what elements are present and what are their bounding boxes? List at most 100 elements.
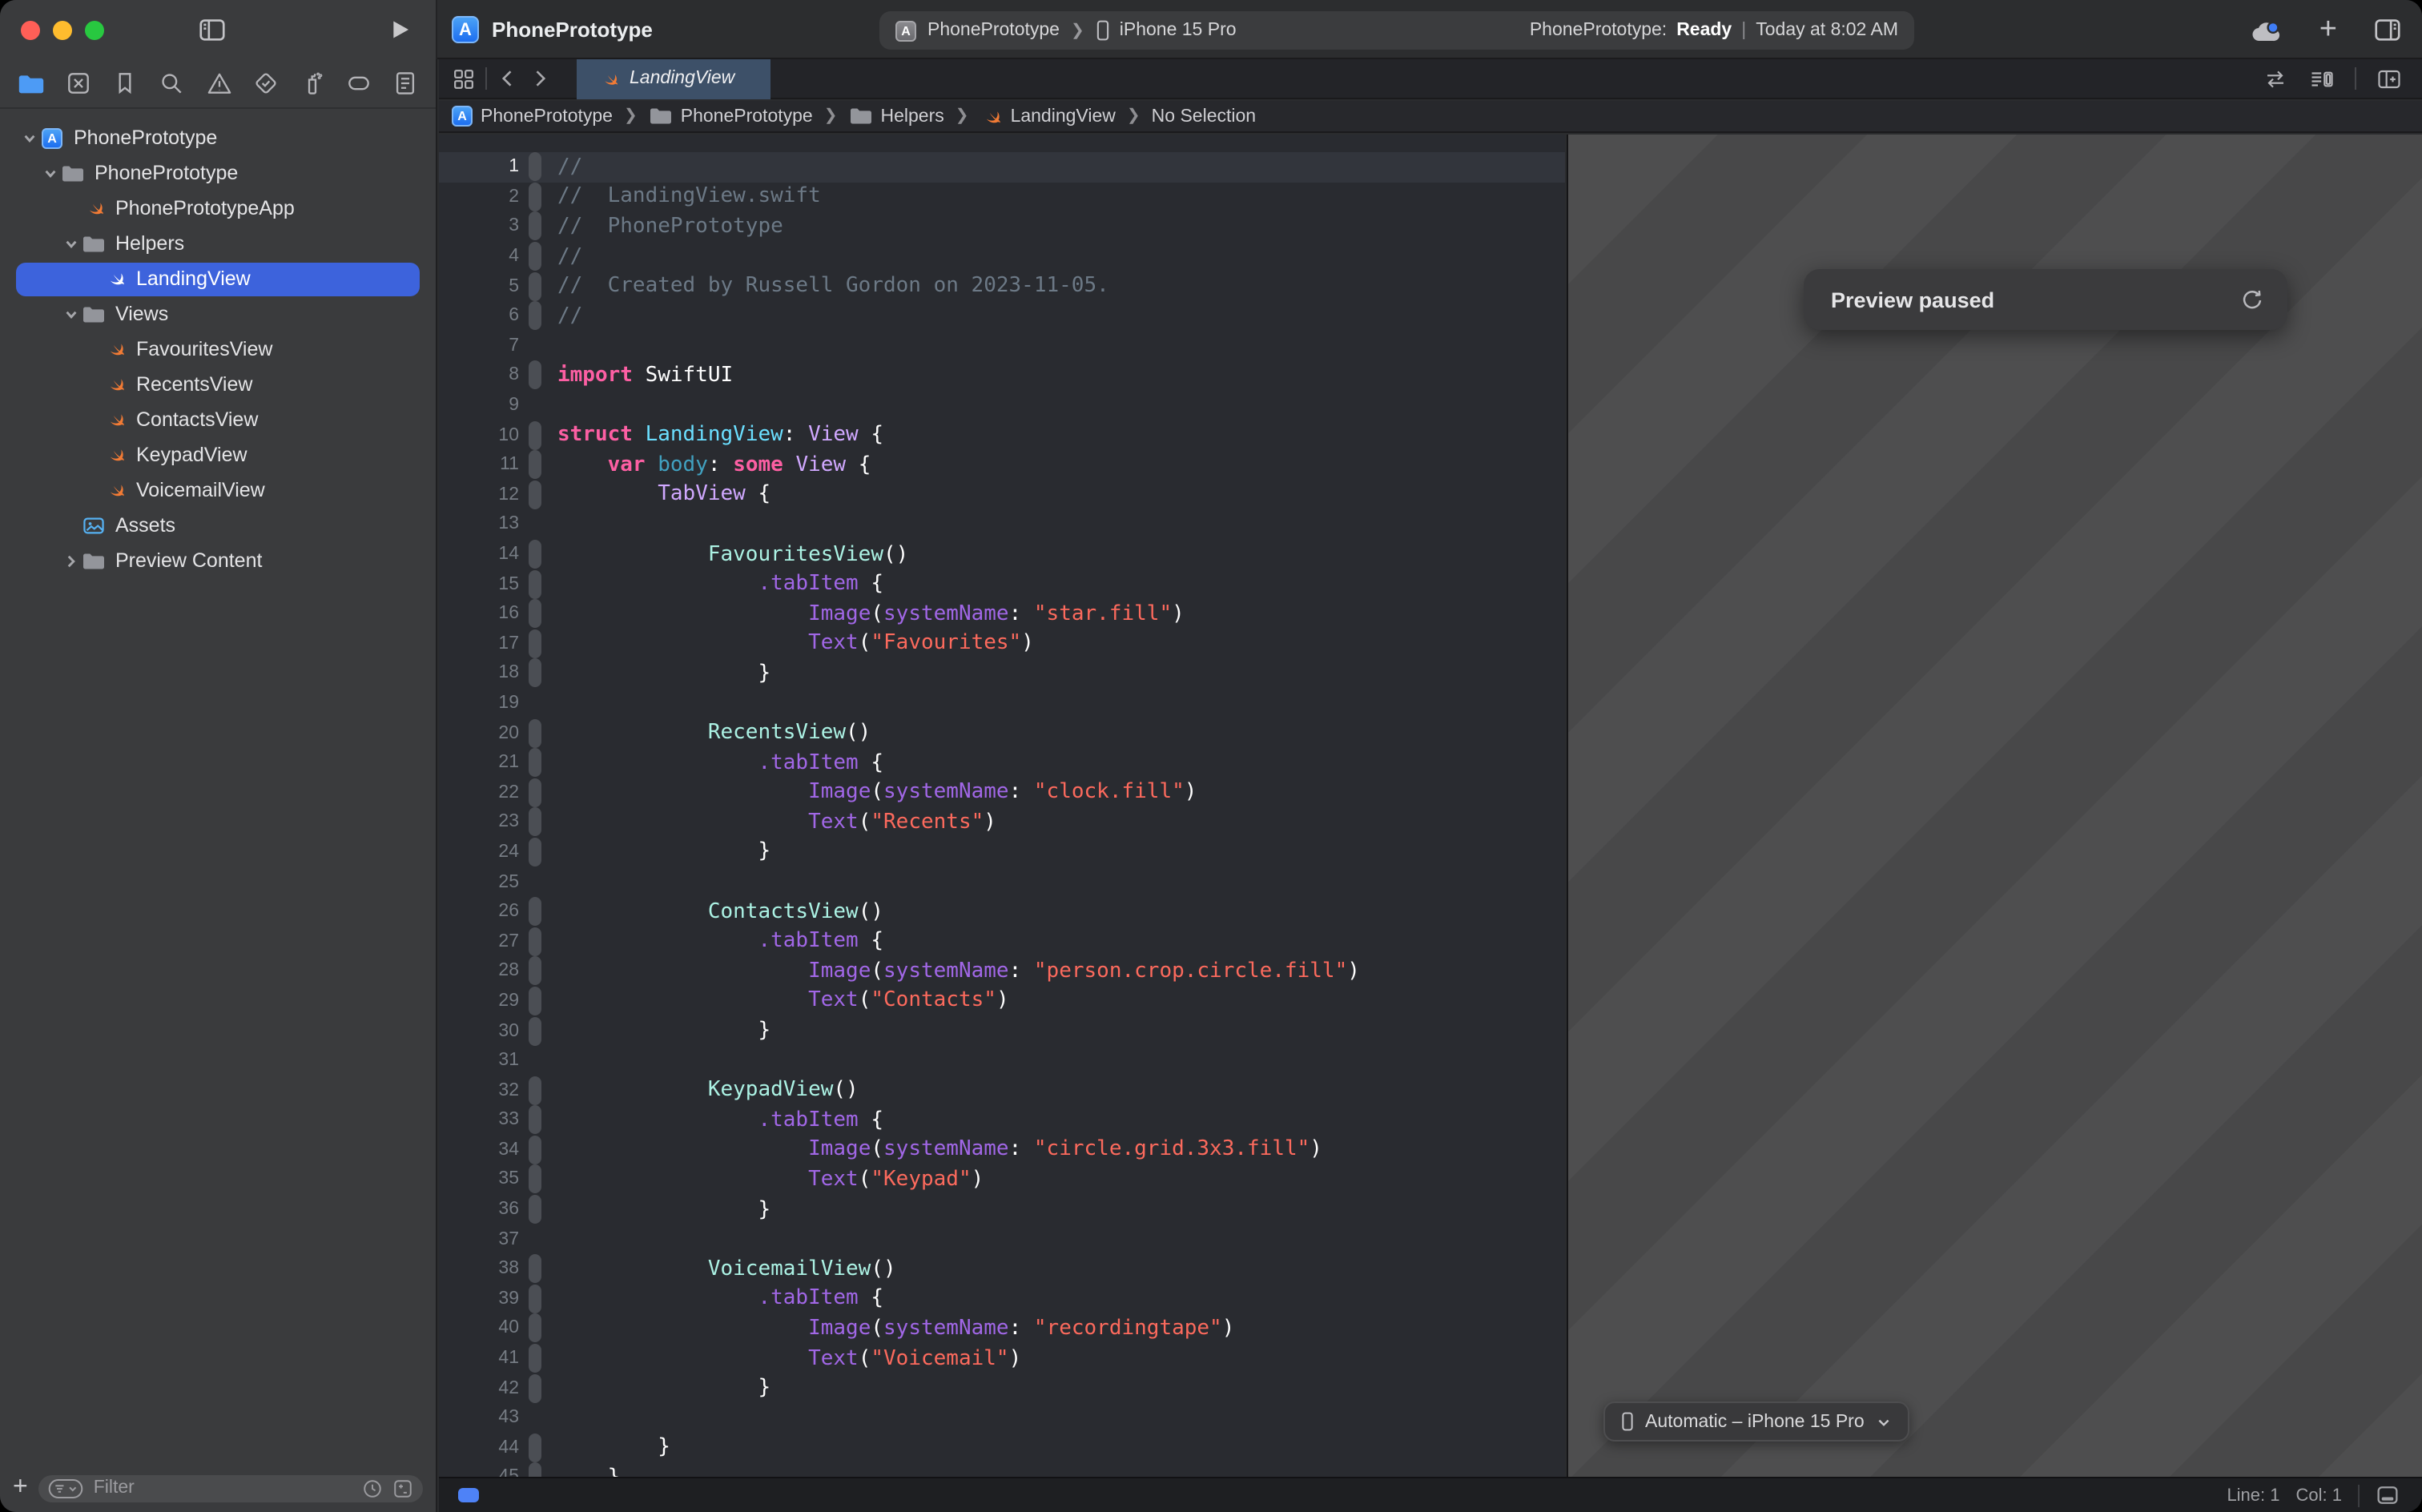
code-line-14[interactable]: 14 FavouritesView()	[439, 539, 1565, 569]
minimize-window-button[interactable]	[53, 20, 72, 39]
split-editor-icon[interactable]	[2376, 66, 2403, 90]
breadcrumb-item-no-selection[interactable]: No Selection	[1152, 107, 1256, 126]
sidebar-item-phoneprototype[interactable]: PhonePrototype	[0, 155, 436, 191]
disclosure-chevron-icon[interactable]	[22, 131, 36, 145]
tests-navigator-icon[interactable]	[251, 69, 280, 98]
breadcrumb-item-landingview[interactable]: LandingView	[980, 105, 1116, 127]
sidebar-item-keypadview[interactable]: KeypadView	[0, 437, 436, 472]
code-line-34[interactable]: 34 Image(systemName: "circle.grid.3x3.fi…	[439, 1135, 1565, 1164]
recent-files-clock-icon[interactable]	[362, 1478, 383, 1498]
code-line-35[interactable]: 35 Text("Keypad")	[439, 1164, 1565, 1194]
code-line-44[interactable]: 44 }	[439, 1433, 1565, 1462]
source-editor[interactable]: 1//2// LandingView.swift3// PhonePrototy…	[439, 135, 1565, 1477]
disclosure-chevron-icon[interactable]	[63, 553, 78, 568]
code-line-29[interactable]: 29 Text("Contacts")	[439, 986, 1565, 1015]
sidebar-item-phoneprototypeapp[interactable]: PhonePrototypeApp	[0, 191, 436, 226]
resume-preview-icon[interactable]	[2239, 287, 2265, 312]
sidebar-item-contactsview[interactable]: ContactsView	[0, 402, 436, 437]
sidebar-item-phoneprototype[interactable]: APhonePrototype	[0, 120, 436, 155]
code-line-45[interactable]: 45 }	[439, 1462, 1565, 1477]
breadcrumb-item-helpers[interactable]: Helpers	[849, 106, 944, 127]
code-line-21[interactable]: 21 .tabItem {	[439, 748, 1565, 778]
code-line-6[interactable]: 6//	[439, 301, 1565, 331]
run-destination-button[interactable]: iPhone 15 Pro	[1120, 21, 1237, 40]
code-line-22[interactable]: 22 Image(systemName: "clock.fill")	[439, 778, 1565, 807]
code-line-31[interactable]: 31	[439, 1046, 1565, 1076]
code-line-25[interactable]: 25	[439, 867, 1565, 897]
code-line-23[interactable]: 23 Text("Recents")	[439, 807, 1565, 837]
debug-navigator-icon[interactable]	[298, 69, 327, 98]
code-line-41[interactable]: 41 Text("Voicemail")	[439, 1344, 1565, 1373]
code-line-37[interactable]: 37	[439, 1224, 1565, 1254]
source-control-navigator-icon[interactable]	[64, 69, 93, 98]
code-line-28[interactable]: 28 Image(systemName: "person.crop.circle…	[439, 956, 1565, 986]
sidebar-item-recentsview[interactable]: RecentsView	[0, 367, 436, 402]
code-line-4[interactable]: 4//	[439, 242, 1565, 271]
zoom-window-button[interactable]	[85, 20, 104, 39]
code-line-26[interactable]: 26 ContactsView()	[439, 897, 1565, 927]
editor-layout-icon[interactable]	[2376, 1485, 2400, 1506]
disclosure-chevron-icon[interactable]	[42, 166, 57, 180]
scm-status-filter-icon[interactable]	[392, 1478, 413, 1498]
code-line-42[interactable]: 42 }	[439, 1373, 1565, 1403]
sidebar-item-assets[interactable]: Assets	[0, 508, 436, 543]
breakpoint-toggle-icon[interactable]	[458, 1488, 479, 1502]
code-line-13[interactable]: 13	[439, 509, 1565, 539]
code-line-3[interactable]: 3// PhonePrototype	[439, 211, 1565, 241]
sidebar-item-preview-content[interactable]: Preview Content	[0, 543, 436, 578]
code-line-20[interactable]: 20 RecentsView()	[439, 718, 1565, 748]
code-line-2[interactable]: 2// LandingView.swift	[439, 182, 1565, 211]
code-line-1[interactable]: 1//	[439, 152, 1565, 182]
code-line-27[interactable]: 27 .tabItem {	[439, 927, 1565, 956]
code-line-9[interactable]: 9	[439, 391, 1565, 420]
sidebar-item-voicemailview[interactable]: VoicemailView	[0, 472, 436, 508]
editor-grid-view-icon[interactable]	[452, 66, 476, 90]
code-line-16[interactable]: 16 Image(systemName: "star.fill")	[439, 599, 1565, 629]
code-line-38[interactable]: 38 VoicemailView()	[439, 1254, 1565, 1284]
code-review-icon[interactable]	[2262, 66, 2289, 90]
forward-button[interactable]	[529, 67, 551, 90]
sidebar-item-helpers[interactable]: Helpers	[0, 226, 436, 261]
code-line-43[interactable]: 43	[439, 1403, 1565, 1433]
disclosure-chevron-icon[interactable]	[63, 307, 78, 321]
code-line-32[interactable]: 32 KeypadView()	[439, 1076, 1565, 1105]
breadcrumb-item-phoneprototype[interactable]: APhonePrototype	[452, 106, 613, 127]
code-line-24[interactable]: 24 }	[439, 837, 1565, 867]
issues-navigator-icon[interactable]	[204, 69, 233, 98]
add-file-button[interactable]: +	[13, 1474, 28, 1502]
code-line-40[interactable]: 40 Image(systemName: "recordingtape")	[439, 1313, 1565, 1343]
tab-landingview[interactable]: LandingView	[577, 58, 770, 99]
inspector-toggle-icon[interactable]	[2372, 14, 2403, 45]
disclosure-chevron-icon[interactable]	[63, 236, 78, 251]
sidebar-item-landingview[interactable]: LandingView	[0, 261, 436, 296]
code-line-36[interactable]: 36 }	[439, 1195, 1565, 1224]
code-line-10[interactable]: 10struct LandingView: View {	[439, 420, 1565, 450]
code-line-39[interactable]: 39 .tabItem {	[439, 1284, 1565, 1313]
cloud-activity-icon[interactable]	[2249, 17, 2284, 42]
add-button[interactable]: +	[2319, 14, 2337, 45]
breadcrumb-item-phoneprototype[interactable]: PhonePrototype	[649, 106, 813, 127]
navigator-toggle-icon[interactable]	[197, 14, 227, 45]
close-window-button[interactable]	[21, 20, 40, 39]
run-button[interactable]	[386, 16, 413, 43]
activity-status[interactable]: PhonePrototype: Ready | Today at 8:02 AM	[1530, 21, 1898, 40]
code-line-7[interactable]: 7	[439, 331, 1565, 360]
scheme-project-button[interactable]: PhonePrototype	[927, 21, 1060, 40]
filter-field[interactable]: Filter	[39, 1474, 423, 1502]
code-line-5[interactable]: 5// Created by Russell Gordon on 2023-11…	[439, 271, 1565, 301]
breakpoints-navigator-icon[interactable]	[344, 69, 373, 98]
code-line-30[interactable]: 30 }	[439, 1015, 1565, 1045]
code-line-11[interactable]: 11 var body: some View {	[439, 450, 1565, 480]
code-line-12[interactable]: 12 TabView {	[439, 480, 1565, 509]
find-navigator-icon[interactable]	[158, 69, 187, 98]
sidebar-item-views[interactable]: Views	[0, 296, 436, 332]
sidebar-item-favouritesview[interactable]: FavouritesView	[0, 332, 436, 367]
code-line-17[interactable]: 17 Text("Favourites")	[439, 629, 1565, 658]
code-line-15[interactable]: 15 .tabItem {	[439, 569, 1565, 599]
bookmarks-navigator-icon[interactable]	[111, 69, 140, 98]
code-line-8[interactable]: 8import SwiftUI	[439, 360, 1565, 390]
back-button[interactable]	[497, 67, 519, 90]
reports-navigator-icon[interactable]	[391, 69, 420, 98]
code-line-33[interactable]: 33 .tabItem {	[439, 1105, 1565, 1135]
code-line-18[interactable]: 18 }	[439, 658, 1565, 688]
